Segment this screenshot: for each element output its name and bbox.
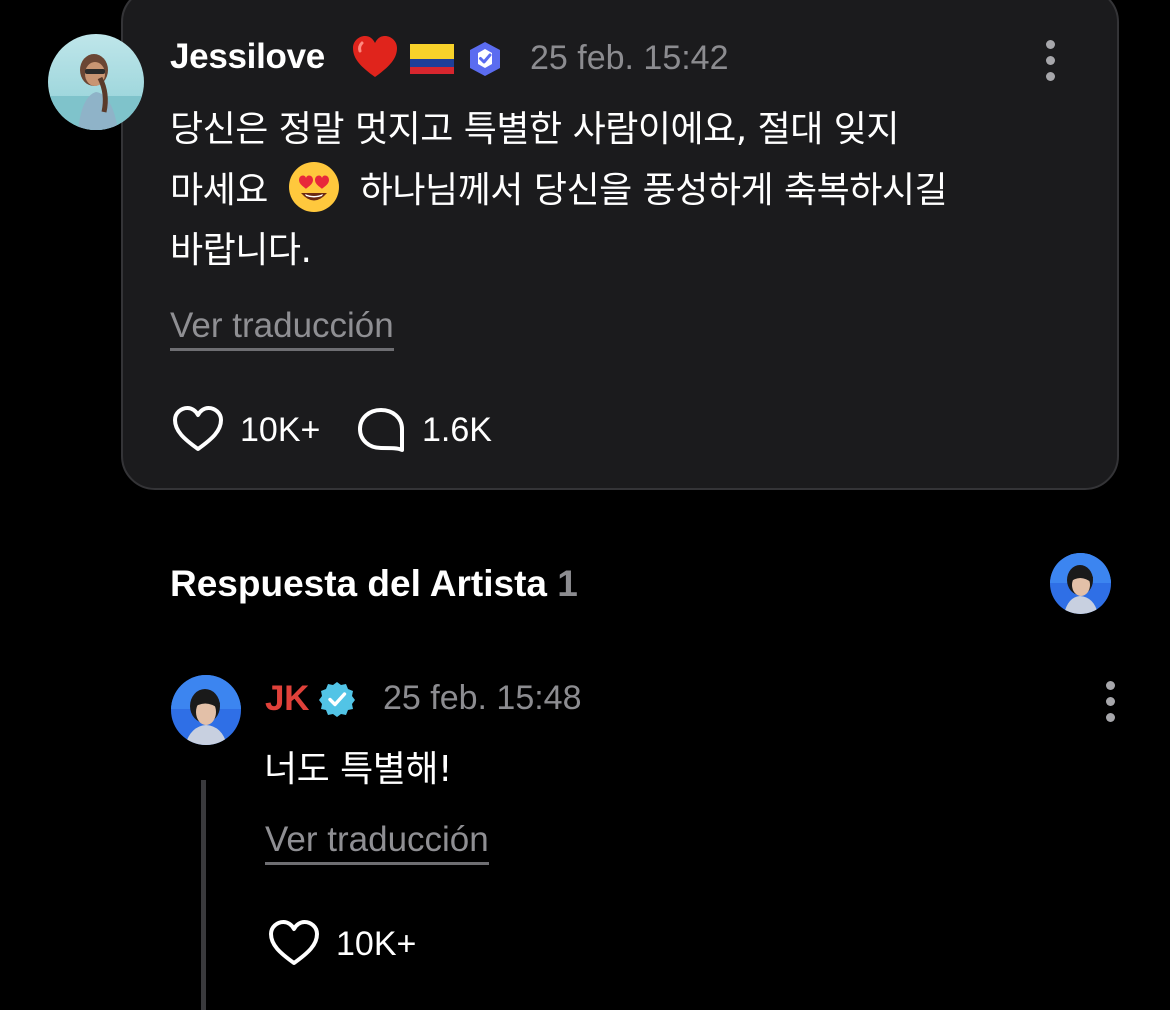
- comment-timestamp: 25 feb. 15:42: [530, 39, 729, 77]
- artist-reply-count: 1: [557, 563, 578, 604]
- comment-text-segment: 마세요: [170, 170, 268, 211]
- comment-translate-link[interactable]: Ver traducción: [170, 306, 394, 351]
- comment-reply-count: 1.6K: [422, 411, 492, 449]
- colombia-flag-icon: [410, 44, 454, 79]
- heart-eyes-emoji-icon: [287, 160, 341, 214]
- comment-like-count: 10K+: [240, 411, 321, 449]
- comment-username[interactable]: Jessilove: [170, 37, 325, 77]
- reply-like-button[interactable]: [268, 919, 320, 967]
- reply-timestamp: 25 feb. 15:48: [383, 679, 582, 717]
- artist-avatar-small[interactable]: [1050, 553, 1111, 614]
- jk-avatar[interactable]: [171, 675, 241, 745]
- heart-emoji: [352, 35, 398, 84]
- comment-text-segment: 하나님께서 당신을 풍성하게 축복하시길: [359, 170, 948, 211]
- comment-body: 당신은 정말 멋지고 특별한 사람이에요, 절대 잊지 마세요 하나님께서 당신…: [170, 100, 1090, 281]
- comment-text-line-2: 마세요 하나님께서 당신을 풍성하게 축복하시길: [170, 160, 1090, 221]
- comment-text-line-3: 바랍니다.: [170, 230, 312, 271]
- comment-menu-icon[interactable]: [1043, 40, 1057, 81]
- reply-like-count: 10K+: [336, 925, 417, 963]
- artist-reply-title: Respuesta del Artista: [170, 563, 547, 604]
- heart-outline-icon: [173, 406, 223, 451]
- artist-reply-header: Respuesta del Artista 1: [170, 563, 578, 605]
- speech-bubble-icon: [358, 408, 404, 452]
- thread-connector-line: [201, 780, 206, 1010]
- reply-body: 너도 특별해!: [264, 749, 452, 790]
- heart-outline-icon: [269, 920, 319, 965]
- reply-username[interactable]: JK: [265, 679, 309, 719]
- artist-verified-badge-icon: [318, 680, 356, 723]
- verified-badge-icon: [466, 40, 504, 83]
- comment-like-button[interactable]: [172, 405, 224, 453]
- reply-translate-link[interactable]: Ver traducción: [265, 820, 489, 865]
- comment-reply-button[interactable]: [356, 407, 406, 455]
- reply-menu-icon[interactable]: [1103, 681, 1117, 722]
- jessilove-avatar[interactable]: [48, 34, 144, 130]
- comment-text-line-1: 당신은 정말 멋지고 특별한 사람이에요, 절대 잊지: [170, 109, 900, 150]
